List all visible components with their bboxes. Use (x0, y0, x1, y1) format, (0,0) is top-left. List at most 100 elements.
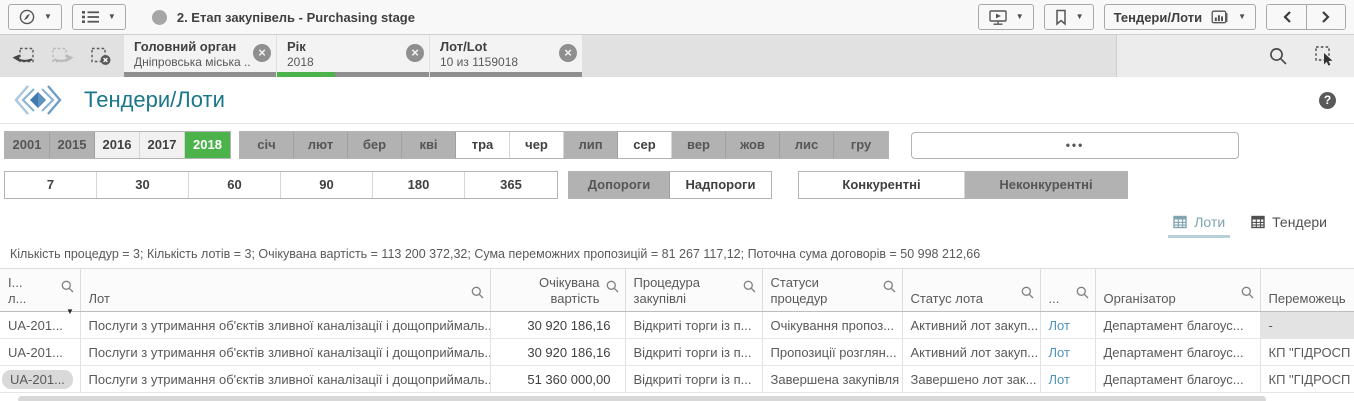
cell-organizer[interactable]: Департамент благоус... (1095, 311, 1261, 339)
tab-label: Тендери (1272, 214, 1327, 230)
column-header-truncated[interactable]: ... (1040, 268, 1096, 312)
column-search-icon[interactable] (743, 280, 756, 293)
ellipsis-dots: ••• (1065, 138, 1085, 152)
month-option-6[interactable]: чер (510, 132, 564, 158)
column-header-winner[interactable]: Переможець (1260, 268, 1354, 312)
column-header-expected-value[interactable]: Очікувана вартість (490, 268, 626, 312)
month-option-9[interactable]: вер (672, 132, 726, 158)
selection-chip-rik[interactable]: Рік 2018 × (277, 35, 429, 77)
undo-selection-button[interactable] (12, 46, 35, 66)
cell-expected-value[interactable]: 30 920 186,16 (490, 311, 626, 339)
month-option-11[interactable]: лис (780, 132, 834, 158)
cell-lot-status[interactable]: Активний лот закуп... (902, 311, 1041, 339)
clear-chip-button[interactable]: × (406, 44, 424, 62)
column-search-icon[interactable] (61, 280, 74, 293)
column-header-procedure-status[interactable]: Статуси процедур (762, 268, 903, 312)
column-search-icon[interactable] (606, 280, 619, 293)
period-option-180[interactable]: 180 (373, 172, 465, 198)
cell-lot[interactable]: Послуги з утримання об'єктів зливної кан… (80, 311, 491, 339)
cell-procedure-status[interactable]: Пропозиції розглян... (762, 338, 903, 366)
threshold-option-dopotohy[interactable]: Допороги (569, 172, 670, 198)
column-header-procedure[interactable]: Процедура закупівлі (625, 268, 763, 312)
clear-chip-button[interactable]: × (253, 44, 271, 62)
tab-loty[interactable]: Лоти (1168, 212, 1231, 238)
previous-sheet-button[interactable] (1267, 5, 1306, 29)
column-header-lot[interactable]: Лот (80, 268, 491, 312)
month-option-12[interactable]: гру (834, 132, 888, 158)
selection-chip-holovnyi-orhan[interactable]: Головний орган Дніпровська міська ... × (124, 35, 276, 77)
selections-tool-button[interactable] (1314, 45, 1336, 67)
redo-selection-button[interactable] (51, 46, 74, 66)
cell-procedure[interactable]: Відкриті торги із п... (625, 338, 763, 366)
app-navigation-button[interactable]: ▼ (8, 4, 62, 30)
year-option-2017[interactable]: 2017 (140, 132, 185, 158)
month-option-8[interactable]: сер (618, 132, 672, 158)
horizontal-scrollbar[interactable] (18, 396, 1266, 401)
smart-search-button[interactable] (1269, 47, 1288, 66)
cell-expected-value[interactable]: 30 920 186,16 (490, 338, 626, 366)
month-option-2[interactable]: лют (294, 132, 348, 158)
clear-chip-button[interactable]: × (559, 44, 577, 62)
bookmarks-button[interactable]: ▼ (1043, 4, 1094, 30)
cell-procedure-status[interactable]: Завершена закупівля (762, 365, 903, 393)
competitive-option[interactable]: Конкурентні (799, 172, 965, 198)
chevron-left-icon (1282, 10, 1292, 24)
cell-organizer[interactable]: Департамент благоус... (1095, 338, 1261, 366)
year-option-2015[interactable]: 2015 (50, 132, 95, 158)
caret-down-icon: ▼ (1075, 12, 1084, 21)
month-option-7[interactable]: лип (564, 132, 618, 158)
year-option-2016[interactable]: 2016 (95, 132, 140, 158)
bookmark-icon (1054, 9, 1068, 26)
cell-procedure[interactable]: Відкриті торги із п... (625, 365, 763, 393)
month-option-1[interactable]: січ (240, 132, 294, 158)
month-option-4[interactable]: кві (402, 132, 456, 158)
cell-expected-value[interactable]: 51 360 000,00 (490, 365, 626, 393)
cell-lot-id[interactable]: UA-201... (0, 338, 81, 366)
filter-search-box[interactable]: ••• (911, 131, 1239, 159)
next-sheet-button[interactable] (1306, 5, 1345, 29)
sheets-menu-button[interactable]: ▼ (71, 4, 126, 30)
cell-winner[interactable]: КП "ГІДРОСП (1260, 365, 1354, 393)
column-search-icon[interactable] (1241, 286, 1254, 299)
help-button[interactable]: ? (1319, 91, 1336, 109)
year-option-2018[interactable]: 2018 (185, 132, 230, 158)
cell-lot-status[interactable]: Завершено лот зак... (902, 365, 1041, 393)
selection-fraction-bar (277, 72, 429, 77)
month-option-10[interactable]: жов (726, 132, 780, 158)
column-header-lot-status[interactable]: Статус лота (902, 268, 1041, 312)
cell-lot-link[interactable]: Лот (1040, 365, 1096, 393)
month-option-5[interactable]: тра (456, 132, 510, 158)
cell-winner[interactable]: - (1260, 311, 1354, 339)
cell-procedure[interactable]: Відкриті торги із п... (625, 311, 763, 339)
cell-lot-status[interactable]: Активний лот закуп... (902, 338, 1041, 366)
period-listbox: 7 30 60 90 180 365 (4, 171, 558, 199)
column-search-icon[interactable] (1076, 286, 1089, 299)
clear-selections-button[interactable] (90, 46, 112, 66)
cell-winner[interactable]: КП "ГІДРОСП (1260, 338, 1354, 366)
period-option-7[interactable]: 7 (5, 172, 97, 198)
period-option-60[interactable]: 60 (189, 172, 281, 198)
period-option-30[interactable]: 30 (97, 172, 189, 198)
cell-lot-link[interactable]: Лот (1040, 338, 1096, 366)
period-option-365[interactable]: 365 (465, 172, 557, 198)
threshold-option-nadporohy[interactable]: Надпороги (670, 172, 771, 198)
column-search-icon[interactable] (883, 280, 896, 293)
selection-chip-lot[interactable]: Лот/Lot 10 из 1159018 × (430, 35, 582, 77)
period-option-90[interactable]: 90 (281, 172, 373, 198)
sheet-selector-button[interactable]: Тендери/Лоти ▼ (1103, 4, 1256, 30)
cell-organizer[interactable]: Департамент благоус... (1095, 365, 1261, 393)
cell-lot-id[interactable]: UA-201... (0, 365, 81, 393)
column-header-organizer[interactable]: Організатор (1095, 268, 1261, 312)
cell-lot[interactable]: Послуги з утримання об'єктів зливної кан… (80, 365, 491, 393)
column-search-icon[interactable] (471, 286, 484, 299)
presentation-button[interactable]: ▼ (977, 4, 1034, 30)
cell-lot-link[interactable]: Лот (1040, 311, 1096, 339)
cell-lot[interactable]: Послуги з утримання об'єктів зливної кан… (80, 338, 491, 366)
column-search-icon[interactable] (1021, 286, 1034, 299)
cell-procedure-status[interactable]: Очікування пропоз... (762, 311, 903, 339)
tab-tendery[interactable]: Тендери (1246, 212, 1332, 238)
column-header-lot-id[interactable]: І... л... ▼ (0, 268, 81, 316)
month-option-3[interactable]: бер (348, 132, 402, 158)
year-option-2001[interactable]: 2001 (5, 132, 50, 158)
noncompetitive-option[interactable]: Неконкурентні (965, 172, 1127, 198)
